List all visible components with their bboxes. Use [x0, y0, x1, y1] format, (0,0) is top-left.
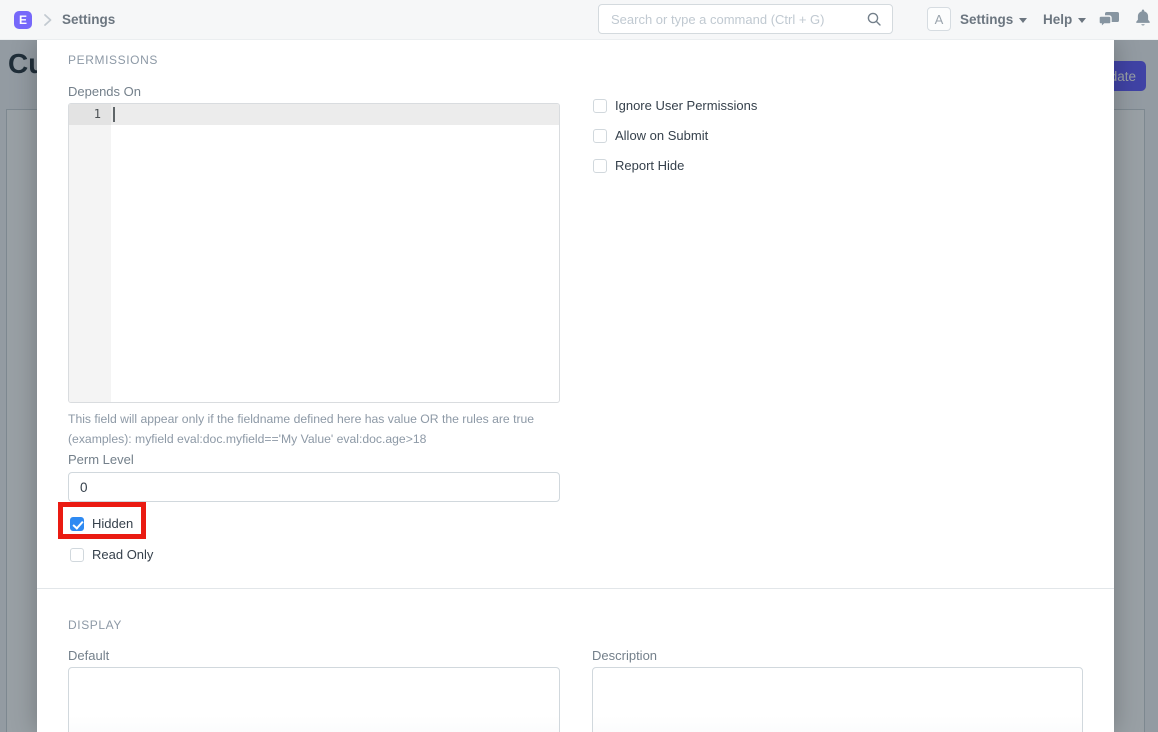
allow-on-submit-checkbox[interactable]	[593, 129, 607, 143]
editor-line-number: 1	[69, 104, 111, 125]
allow-on-submit-checkbox-row[interactable]: Allow on Submit	[593, 128, 708, 143]
report-hide-checkbox-row[interactable]: Report Hide	[593, 158, 684, 173]
read-only-checkbox-row[interactable]: Read Only	[70, 547, 153, 562]
app-logo[interactable]: E	[14, 11, 32, 29]
navbar: E Settings A Settings Help	[0, 0, 1158, 40]
editor-active-line	[111, 104, 559, 125]
editor-gutter	[69, 104, 111, 402]
hidden-checkbox-row[interactable]: Hidden	[70, 516, 133, 531]
breadcrumb[interactable]: Settings	[62, 12, 115, 27]
caret-down-icon	[1019, 18, 1027, 23]
customize-field-dialog: PERMISSIONS Depends On 1 This field will…	[37, 40, 1114, 732]
caret-down-icon	[1078, 18, 1086, 23]
editor-cursor	[113, 107, 115, 122]
description-textarea[interactable]	[592, 667, 1083, 732]
section-title-permissions: PERMISSIONS	[68, 53, 158, 67]
report-hide-label: Report Hide	[615, 158, 684, 173]
description-label: Description	[592, 648, 657, 663]
read-only-checkbox[interactable]	[70, 548, 84, 562]
ignore-user-permissions-checkbox[interactable]	[593, 99, 607, 113]
perm-level-label: Perm Level	[68, 452, 134, 467]
allow-on-submit-label: Allow on Submit	[615, 128, 708, 143]
search-input[interactable]	[599, 12, 866, 27]
hidden-checkbox-label: Hidden	[92, 516, 133, 531]
perm-level-input[interactable]	[68, 472, 560, 502]
avatar[interactable]: A	[927, 7, 951, 31]
default-label: Default	[68, 648, 109, 663]
depends-on-label: Depends On	[68, 84, 141, 99]
chat-icon[interactable]	[1099, 11, 1120, 29]
report-hide-checkbox[interactable]	[593, 159, 607, 173]
breadcrumb-chevron-icon	[42, 13, 53, 32]
depends-on-help-text: This field will appear only if the field…	[68, 409, 568, 449]
default-textarea[interactable]	[68, 667, 560, 732]
read-only-checkbox-label: Read Only	[92, 547, 153, 562]
help-menu-label: Help	[1043, 12, 1072, 27]
ignore-user-permissions-checkbox-row[interactable]: Ignore User Permissions	[593, 98, 757, 113]
section-title-display: DISPLAY	[68, 618, 122, 632]
search-box[interactable]	[598, 4, 893, 34]
search-icon[interactable]	[866, 11, 882, 27]
settings-menu-label: Settings	[960, 12, 1013, 27]
depends-on-code-editor[interactable]: 1	[68, 103, 560, 403]
help-menu[interactable]: Help	[1043, 12, 1086, 27]
hidden-checkbox[interactable]	[70, 517, 84, 531]
bell-icon[interactable]	[1135, 9, 1151, 28]
screen: Cu date E Settings A Settings Help	[0, 0, 1158, 732]
settings-menu[interactable]: Settings	[960, 12, 1027, 27]
ignore-user-permissions-label: Ignore User Permissions	[615, 98, 757, 113]
section-divider	[37, 588, 1114, 589]
